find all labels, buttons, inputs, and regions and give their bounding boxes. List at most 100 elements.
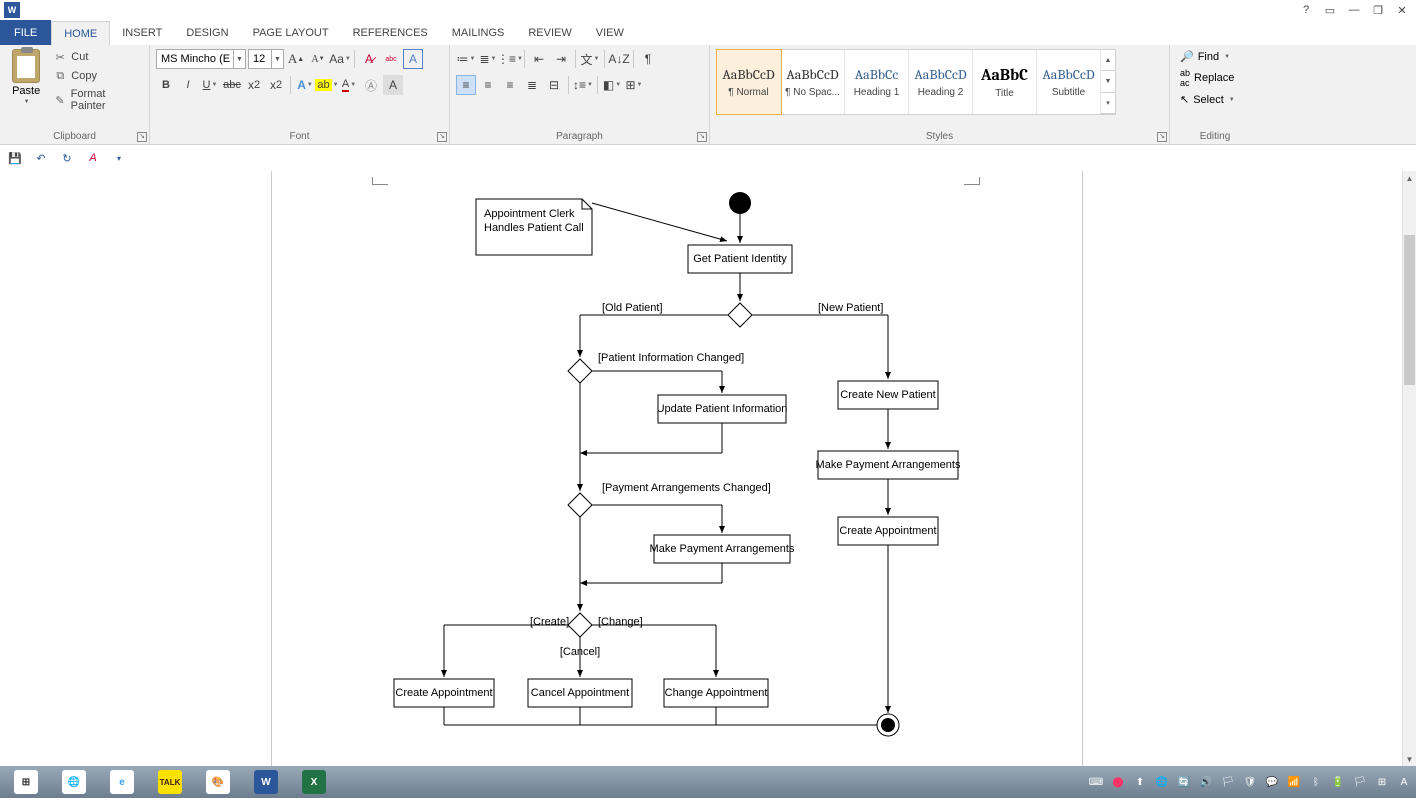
multilevel-list-button[interactable]: ⋮≡▼: [500, 49, 520, 69]
vertical-scrollbar[interactable]: ▲ ▼: [1402, 171, 1416, 766]
tray-shield-icon[interactable]: 🛡: [1242, 774, 1258, 790]
chevron-down-icon[interactable]: ▼: [271, 50, 283, 68]
taskbar-kakaotalk[interactable]: TALK: [148, 768, 192, 796]
tab-design[interactable]: DESIGN: [174, 20, 240, 45]
scroll-up-icon[interactable]: ▲: [1403, 171, 1416, 185]
tab-file[interactable]: FILE: [0, 20, 51, 45]
decrease-indent-button[interactable]: ⇤: [529, 49, 549, 69]
cut-button[interactable]: ✂Cut: [50, 49, 143, 65]
tab-mailings[interactable]: MAILINGS: [440, 20, 517, 45]
asian-layout-button[interactable]: 文▼: [580, 49, 600, 69]
tab-review[interactable]: REVIEW: [516, 20, 583, 45]
align-left-button[interactable]: ≡: [456, 75, 476, 95]
qat-save-button[interactable]: 💾: [6, 149, 24, 167]
tray-browser-icon[interactable]: 🌐: [1154, 774, 1170, 790]
font-dialog-launcher[interactable]: ↘: [437, 132, 447, 142]
tab-references[interactable]: REFERENCES: [341, 20, 440, 45]
phonetic-guide-button[interactable]: abc: [381, 49, 401, 69]
taskbar-ie[interactable]: e: [100, 768, 144, 796]
qat-redo-button[interactable]: ↻: [58, 149, 76, 167]
tray-up-icon[interactable]: ⬆: [1132, 774, 1148, 790]
tray-signal-icon[interactable]: 📶: [1286, 774, 1302, 790]
taskbar-excel[interactable]: X: [292, 768, 336, 796]
shading-button[interactable]: ◧▼: [602, 75, 622, 95]
qat-undo-button[interactable]: ↶: [32, 149, 50, 167]
style-normal[interactable]: AaBbCcD ¶ Normal: [717, 50, 781, 114]
character-shading-button[interactable]: A: [383, 75, 403, 95]
font-size-combo[interactable]: 12▼: [248, 49, 284, 69]
clipboard-dialog-launcher[interactable]: ↘: [137, 132, 147, 142]
help-icon[interactable]: ?: [1294, 2, 1318, 18]
style-subtitle[interactable]: AaBbCcD Subtitle: [1037, 50, 1101, 114]
superscript-button[interactable]: x2: [266, 75, 286, 95]
font-name-combo[interactable]: MS Mincho (E▼: [156, 49, 246, 69]
style-no-spacing[interactable]: AaBbCcD ¶ No Spac...: [781, 50, 845, 114]
replace-button[interactable]: abacReplace: [1176, 67, 1239, 89]
increase-indent-button[interactable]: ⇥: [551, 49, 571, 69]
find-button[interactable]: 🔎Find▼: [1176, 49, 1239, 64]
document-area[interactable]: Appointment Clerk Handles Patient Call G…: [0, 171, 1402, 766]
document-page[interactable]: Appointment Clerk Handles Patient Call G…: [272, 171, 1082, 766]
align-center-button[interactable]: ≡: [478, 75, 498, 95]
minimize-icon[interactable]: —: [1342, 2, 1366, 18]
line-spacing-button[interactable]: ↕≡▼: [573, 75, 593, 95]
taskbar-word[interactable]: W: [244, 768, 288, 796]
ribbon-display-icon[interactable]: ▭: [1318, 2, 1342, 18]
tray-keyboard-icon[interactable]: ⌨: [1088, 774, 1104, 790]
start-button[interactable]: ⊞: [4, 768, 48, 796]
change-case-button[interactable]: Aa▼: [330, 49, 350, 69]
close-icon[interactable]: ✕: [1390, 2, 1414, 18]
styles-expand[interactable]: ▾: [1101, 93, 1115, 114]
tab-page-layout[interactable]: PAGE LAYOUT: [241, 20, 341, 45]
borders-button[interactable]: ⊞▼: [624, 75, 644, 95]
qat-more-button[interactable]: ▾: [110, 149, 128, 167]
style-title[interactable]: AaBbC Title: [973, 50, 1037, 114]
grow-font-button[interactable]: A▲: [286, 49, 306, 69]
subscript-button[interactable]: x2: [244, 75, 264, 95]
numbering-button[interactable]: ≣▼: [478, 49, 498, 69]
windows-taskbar[interactable]: ⊞ 🌐 e TALK 🎨 W X ⌨ ⬤ ⬆ 🌐 🔄 🔊 🏳 🛡 💬 📶 ᛒ 🔋…: [0, 766, 1416, 798]
tray-volume-icon[interactable]: 🔊: [1198, 774, 1214, 790]
paste-dropdown-icon[interactable]: ▼: [24, 99, 30, 105]
scroll-down-icon[interactable]: ▼: [1403, 752, 1416, 766]
bold-button[interactable]: B: [156, 75, 176, 95]
tray-sync-icon[interactable]: 🔄: [1176, 774, 1192, 790]
tray-chat-icon[interactable]: 💬: [1264, 774, 1280, 790]
style-heading2[interactable]: AaBbCcD Heading 2: [909, 50, 973, 114]
paste-button[interactable]: Paste ▼: [6, 49, 46, 105]
tray-ime-icon[interactable]: A: [1396, 774, 1412, 790]
restore-icon[interactable]: ❐: [1366, 2, 1390, 18]
justify-button[interactable]: ≣: [522, 75, 542, 95]
styles-scroll-down[interactable]: ▼: [1101, 71, 1115, 92]
tray-bluetooth-icon[interactable]: ᛒ: [1308, 774, 1324, 790]
styles-dialog-launcher[interactable]: ↘: [1157, 132, 1167, 142]
paragraph-dialog-launcher[interactable]: ↘: [697, 132, 707, 142]
tray-flag-icon[interactable]: 🏳: [1220, 774, 1236, 790]
style-heading1[interactable]: AaBbCc Heading 1: [845, 50, 909, 114]
clear-formatting-button[interactable]: A̷: [359, 49, 379, 69]
highlight-button[interactable]: ab▼: [317, 75, 337, 95]
shrink-font-button[interactable]: A▼: [308, 49, 328, 69]
styles-scroll-up[interactable]: ▲: [1101, 50, 1115, 71]
chevron-down-icon[interactable]: ▼: [233, 50, 245, 68]
underline-button[interactable]: U▼: [200, 75, 220, 95]
qat-customize-button[interactable]: A: [84, 149, 102, 167]
tray-battery-icon[interactable]: 🔋: [1330, 774, 1346, 790]
copy-button[interactable]: ⧉Copy: [50, 68, 143, 84]
text-effects-button[interactable]: A▼: [295, 75, 315, 95]
align-right-button[interactable]: ≡: [500, 75, 520, 95]
tab-insert[interactable]: INSERT: [110, 20, 174, 45]
scrollbar-thumb[interactable]: [1404, 235, 1415, 385]
tray-office-icon[interactable]: ⬤: [1110, 774, 1126, 790]
character-border-button[interactable]: A: [403, 49, 423, 69]
font-color-button[interactable]: A▼: [339, 75, 359, 95]
format-painter-button[interactable]: ✎Format Painter: [50, 87, 143, 113]
distributed-button[interactable]: ⊟: [544, 75, 564, 95]
tab-view[interactable]: VIEW: [584, 20, 636, 45]
italic-button[interactable]: I: [178, 75, 198, 95]
select-button[interactable]: ↖Select▼: [1176, 92, 1239, 107]
strikethrough-button[interactable]: abc: [222, 75, 242, 95]
enclose-characters-button[interactable]: Ⓐ: [361, 75, 381, 95]
styles-gallery[interactable]: AaBbCcD ¶ Normal AaBbCcD ¶ No Spac... Aa…: [716, 49, 1116, 115]
tray-action-icon[interactable]: 🏳: [1352, 774, 1368, 790]
